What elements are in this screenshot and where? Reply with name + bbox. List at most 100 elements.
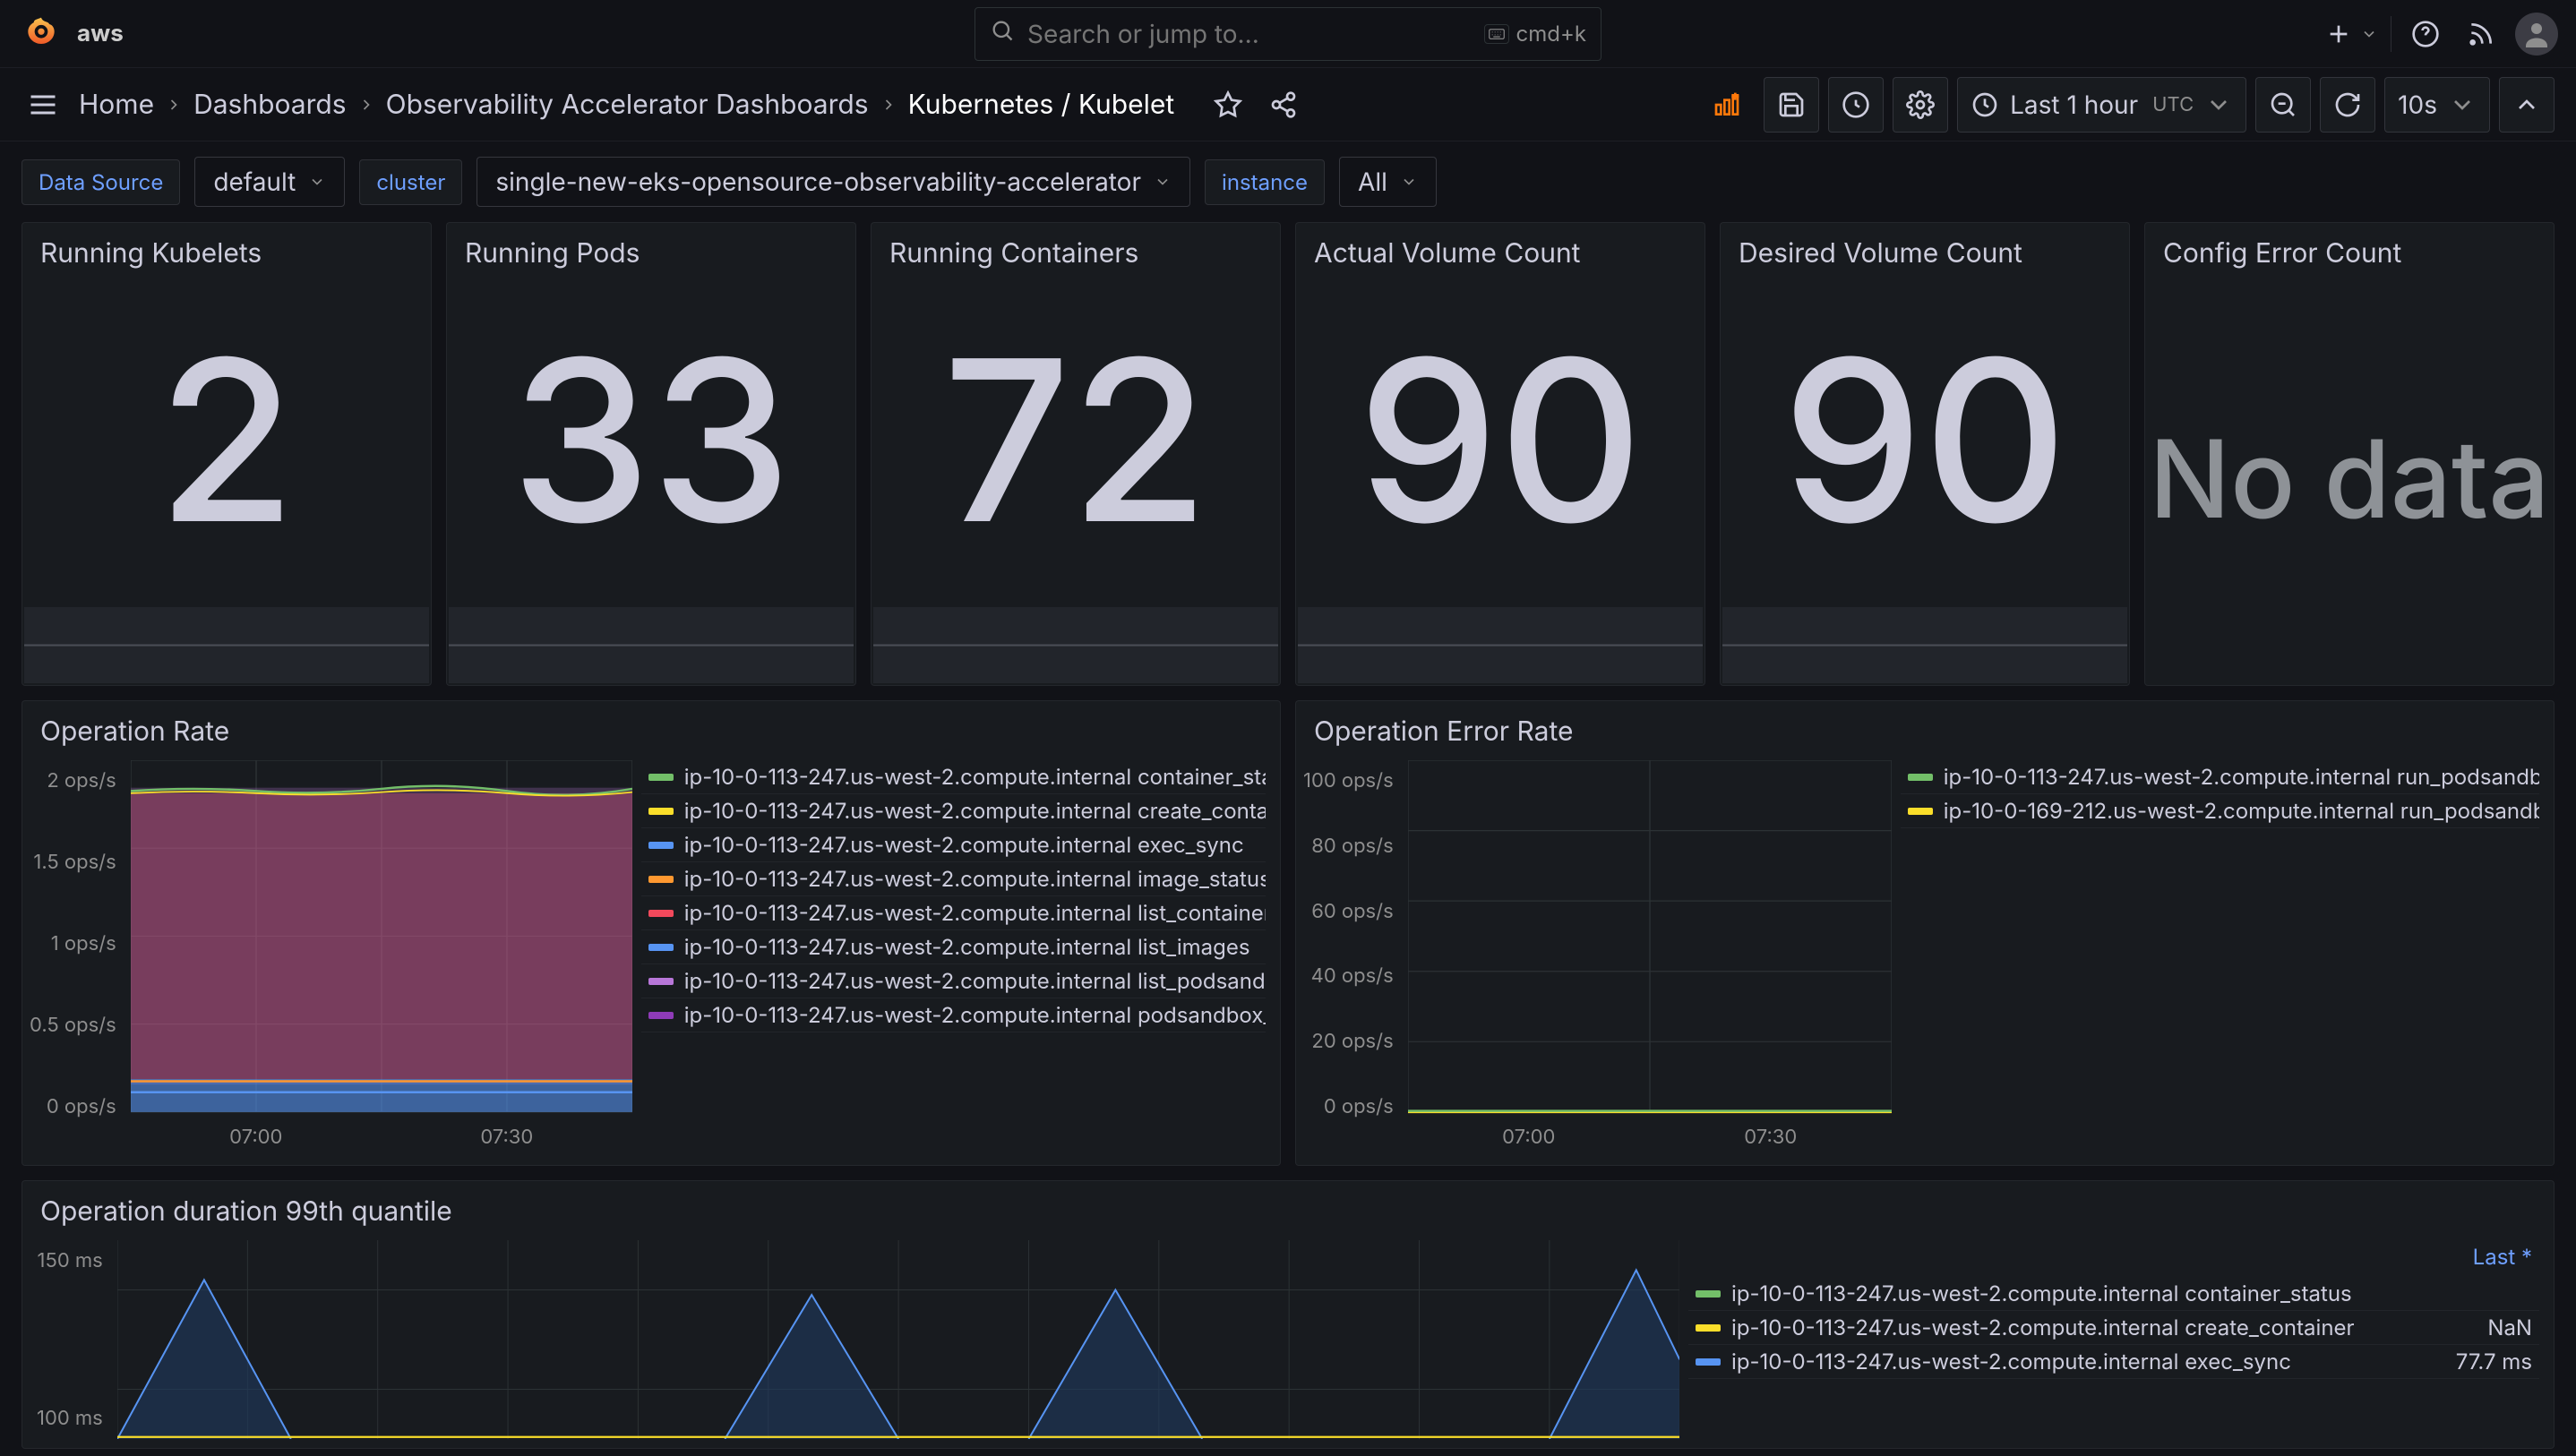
legend-swatch [648,978,674,985]
global-search[interactable]: cmd+k [975,7,1601,61]
legend-label: ip-10-0-113-247.us-west-2.compute.intern… [1731,1280,2352,1306]
var-select-datasource[interactable]: default [194,157,345,207]
time-range-picker[interactable]: Last 1 hour UTC [1957,77,2246,133]
stat-value: 33 [447,273,855,607]
legend-value: 77.7 ms [2438,1349,2532,1375]
news-icon[interactable] [2460,13,2503,56]
legend-item[interactable]: ip-10-0-113-247.us-west-2.compute.intern… [641,828,1266,862]
panel-operation-error-rate[interactable]: Operation Error Rate 100 ops/s80 ops/s60… [1295,700,2555,1166]
top-nav: aws cmd+k [0,0,2576,68]
top-right-actions [2317,13,2558,56]
grafana-logo[interactable] [14,7,68,61]
plot-area[interactable]: 07:00 07:30 [131,760,632,1156]
legend-swatch [1696,1290,1721,1298]
title-actions [1206,83,1305,126]
legend-header: Last * [1688,1240,2539,1277]
panel-title: Config Error Count [2145,223,2554,273]
x-axis: 07:00 07:30 [131,1126,632,1149]
legend-item[interactable]: ip-10-0-113-247.us-west-2.compute.intern… [641,760,1266,794]
sparkline [1298,607,1703,683]
legend-swatch [1696,1324,1721,1332]
star-icon[interactable] [1206,83,1249,126]
legend-item[interactable]: ip-10-0-169-212.us-west-2.compute.intern… [1901,794,2539,828]
refresh-interval-label: 10s [2398,90,2437,120]
save-icon[interactable] [1764,77,1819,133]
legend-item[interactable]: ip-10-0-113-247.us-west-2.compute.intern… [641,998,1266,1032]
sparkline [873,607,1278,683]
sparkline [1722,607,2127,683]
legend-label: ip-10-0-113-247.us-west-2.compute.intern… [684,798,1266,824]
legend-swatch [648,876,674,883]
stat-panel[interactable]: Config Error Count No data [2144,222,2555,686]
panel-title: Running Containers [872,223,1280,273]
panel-title: Desired Volume Count [1721,223,2129,273]
legend-swatch [648,774,674,781]
stat-panel[interactable]: Running Kubelets 2 [21,222,432,686]
legend-item[interactable]: ip-10-0-113-247.us-west-2.compute.intern… [641,794,1266,828]
chevron-right-icon [165,89,183,121]
legend: Last * ip-10-0-113-247.us-west-2.compute.… [1688,1240,2539,1439]
crumb-dashboards[interactable]: Dashboards [193,89,347,121]
legend-swatch [1908,808,1933,815]
plot-area[interactable] [117,1240,1679,1439]
stats-row: Running Kubelets 2 Running Pods 33 Runni… [21,222,2555,686]
user-avatar[interactable] [2515,13,2558,56]
crumb-folder[interactable]: Observability Accelerator Dashboards [386,89,869,121]
add-menu[interactable] [2317,13,2378,56]
legend-swatch [648,808,674,815]
add-panel-icon[interactable] [1699,77,1755,133]
stat-value: 90 [1296,273,1704,607]
legend-item[interactable]: ip-10-0-113-247.us-west-2.compute.intern… [1901,760,2539,794]
panel-operation-duration[interactable]: Operation duration 99th quantile 150 ms1… [21,1180,2555,1449]
var-select-instance[interactable]: All [1339,157,1437,207]
menu-toggle-icon[interactable] [21,83,64,126]
crumb-home[interactable]: Home [79,89,154,121]
chevron-right-icon [880,89,897,121]
legend-item[interactable]: ip-10-0-113-247.us-west-2.compute.intern… [1688,1345,2539,1379]
chevron-down-icon [2360,25,2378,43]
search-icon [990,18,1015,49]
dashboard-grid: Running Kubelets 2 Running Pods 33 Runni… [0,222,2576,1456]
plus-icon[interactable] [2317,13,2360,56]
search-input[interactable] [1027,19,1472,49]
help-icon[interactable] [2404,13,2447,56]
stat-panel[interactable]: Desired Volume Count 90 [1720,222,2130,686]
legend-label: ip-10-0-113-247.us-west-2.compute.intern… [1731,1315,2355,1340]
sub-nav: Home Dashboards Observability Accelerato… [0,68,2576,141]
legend: ip-10-0-113-247.us-west-2.compute.intern… [641,760,1266,1156]
legend: ip-10-0-113-247.us-west-2.compute.intern… [1901,760,2539,1156]
keyboard-icon [1484,24,1509,44]
stat-value: No data [2145,273,2554,685]
dashboard-insights-icon[interactable] [1828,77,1884,133]
legend-item[interactable]: ip-10-0-113-247.us-west-2.compute.intern… [641,862,1266,896]
var-label-cluster: cluster [359,159,462,205]
panel-title: Operation duration 99th quantile [22,1181,2554,1231]
stat-value: 90 [1721,273,2129,607]
legend-item[interactable]: ip-10-0-113-247.us-west-2.compute.intern… [641,930,1266,964]
legend-label: ip-10-0-113-247.us-west-2.compute.intern… [684,1002,1266,1028]
aws-logo-text: aws [77,20,124,47]
collapse-icon[interactable] [2499,77,2555,133]
legend-item[interactable]: ip-10-0-113-247.us-west-2.compute.intern… [1688,1277,2539,1311]
panel-title: Running Kubelets [22,223,431,273]
stat-panel[interactable]: Actual Volume Count 90 [1295,222,1705,686]
time-range-label: Last 1 hour [2010,90,2138,120]
settings-icon[interactable] [1893,77,1948,133]
legend-item[interactable]: ip-10-0-113-247.us-west-2.compute.intern… [641,896,1266,930]
plot-area[interactable]: 07:00 07:30 [1408,760,1892,1156]
share-icon[interactable] [1262,83,1305,126]
legend-item[interactable]: ip-10-0-113-247.us-west-2.compute.intern… [641,964,1266,998]
legend-swatch [1696,1358,1721,1366]
refresh-icon[interactable] [2320,77,2375,133]
legend-swatch [648,910,674,917]
stat-panel[interactable]: Running Containers 72 [871,222,1281,686]
var-select-cluster[interactable]: single-new-eks-opensource-observability-… [477,157,1190,207]
y-axis: 150 ms100 ms [37,1240,108,1439]
legend-swatch [648,1012,674,1019]
legend-item[interactable]: ip-10-0-113-247.us-west-2.compute.intern… [1688,1311,2539,1345]
stat-panel[interactable]: Running Pods 33 [446,222,856,686]
zoom-out-icon[interactable] [2255,77,2311,133]
refresh-interval-picker[interactable]: 10s [2384,77,2490,133]
panel-operation-rate[interactable]: Operation Rate 2 ops/s1.5 ops/s1 ops/s0.… [21,700,1281,1166]
legend-label: ip-10-0-169-212.us-west-2.compute.intern… [1944,798,2539,824]
